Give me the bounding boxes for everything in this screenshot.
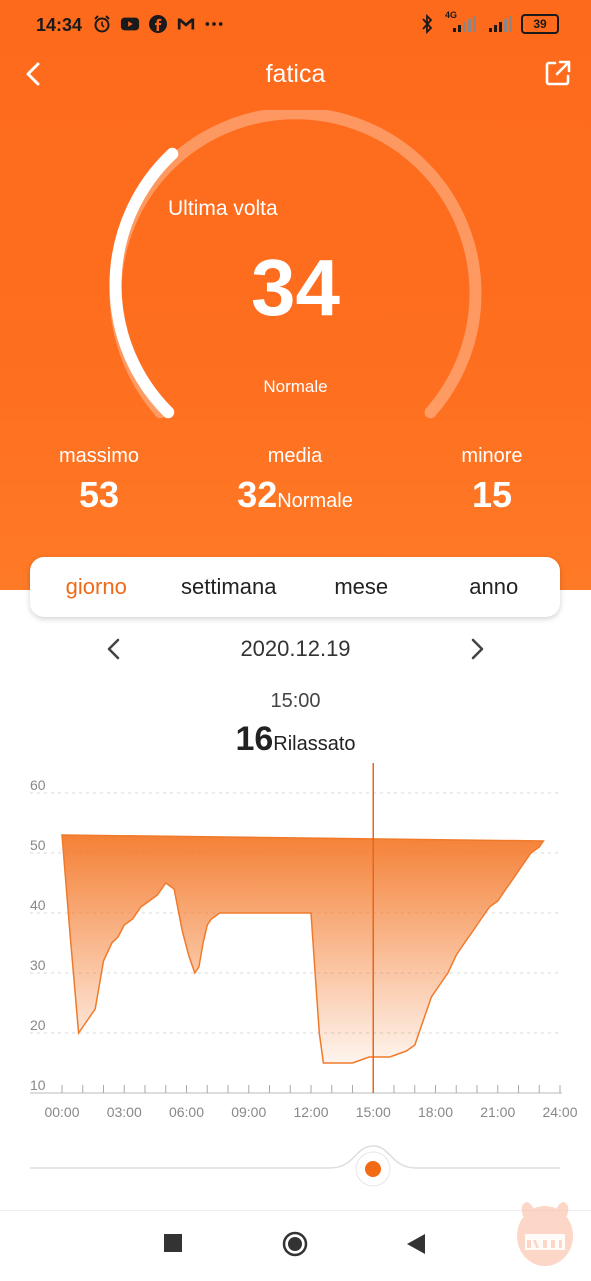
- gauge-label: Ultima volta: [168, 197, 278, 220]
- facebook-icon: [148, 14, 168, 34]
- y-axis-labels: 60 50 40 30 20 10: [30, 777, 46, 1093]
- stat-min-value: 15: [471, 474, 513, 515]
- y-tick-label: 20: [30, 1017, 46, 1033]
- battery-indicator: 39: [521, 14, 559, 34]
- stat-max-label: massimo: [58, 445, 139, 467]
- stat-avg-status: Normale: [277, 490, 353, 512]
- x-tick-label: 21:00: [480, 1104, 515, 1120]
- y-tick-label: 60: [30, 777, 46, 793]
- date-navigator: 2020.12.19: [0, 630, 591, 670]
- alarm-icon: [92, 14, 112, 34]
- selected-value: 16: [235, 720, 274, 758]
- signal-icon: [487, 14, 513, 34]
- current-date: 2020.12.19: [240, 636, 351, 661]
- slider-handle-dot: [365, 1161, 381, 1177]
- time-slider[interactable]: [0, 1140, 591, 1200]
- x-tick-label: 00:00: [44, 1104, 79, 1120]
- gmail-icon: [176, 14, 196, 34]
- x-tick-label: 18:00: [418, 1104, 453, 1120]
- x-tick-label: 06:00: [169, 1104, 204, 1120]
- y-tick-label: 10: [30, 1077, 46, 1093]
- selected-status: Rilassato: [273, 733, 356, 755]
- stat-avg-label: media: [267, 445, 323, 467]
- stat-max: massimo 53: [40, 445, 158, 516]
- tab-giorno[interactable]: giorno: [30, 557, 163, 617]
- back-nav-icon[interactable]: [405, 1233, 427, 1255]
- home-icon[interactable]: [282, 1231, 308, 1257]
- stat-avg-value: 32: [237, 474, 278, 515]
- slider-track: [30, 1145, 560, 1169]
- x-tick-label: 09:00: [231, 1104, 266, 1120]
- tab-mese[interactable]: mese: [295, 557, 428, 617]
- xiaomi-today-watermark-logo: [517, 1202, 573, 1266]
- system-icons: 4G 39: [417, 10, 559, 34]
- stat-min-label: minore: [461, 445, 523, 467]
- y-tick-label: 50: [30, 837, 46, 853]
- system-nav-bar: [0, 1210, 591, 1281]
- network-type: 4G: [445, 10, 458, 20]
- y-tick-label: 30: [30, 957, 46, 973]
- x-tick-label: 12:00: [293, 1104, 328, 1120]
- signal-4g-icon: 4G: [445, 10, 479, 34]
- status-time: 14:34: [36, 15, 83, 35]
- y-tick-label: 40: [30, 897, 46, 913]
- gauge-status: Normale: [263, 377, 328, 396]
- tab-anno[interactable]: anno: [428, 557, 561, 617]
- x-tick-label: 03:00: [107, 1104, 142, 1120]
- share-icon[interactable]: [543, 58, 573, 88]
- youtube-icon: [120, 14, 140, 34]
- selected-reading: 16Rilassato: [0, 720, 591, 759]
- bluetooth-icon: [417, 14, 437, 34]
- stat-avg: media 32Normale: [200, 445, 390, 516]
- status-bar: 14:34 4G 39: [0, 0, 591, 50]
- stat-avg-value-row: 32Normale: [200, 474, 390, 516]
- selected-time: 15:00: [270, 690, 321, 712]
- recent-apps-icon[interactable]: [163, 1233, 183, 1253]
- chevron-right-icon[interactable]: [463, 634, 491, 664]
- more-notifications-icon: [204, 14, 224, 34]
- fatigue-chart[interactable]: 60 50 40 30 20 10 00:00 03:00 06:00 09:00 12:00 15…: [0, 760, 591, 1125]
- fatigue-area-series: [61, 834, 545, 1064]
- x-tick-label: 15:00: [356, 1104, 391, 1120]
- stat-min: minore 15: [440, 445, 544, 516]
- x-axis: 00:00 03:00 06:00 09:00 12:00 15:00 18:00 21:00…: [30, 1085, 578, 1120]
- gauge-value: 34: [251, 243, 340, 332]
- tab-settimana[interactable]: settimana: [163, 557, 296, 617]
- x-tick-label: 24:00: [542, 1104, 577, 1120]
- page-title: fatica: [265, 60, 326, 88]
- app-header: fatica: [0, 50, 591, 100]
- stat-max-value: 53: [78, 474, 120, 515]
- notification-icons: [92, 14, 224, 34]
- period-tabs: giorno settimana mese anno: [30, 557, 560, 617]
